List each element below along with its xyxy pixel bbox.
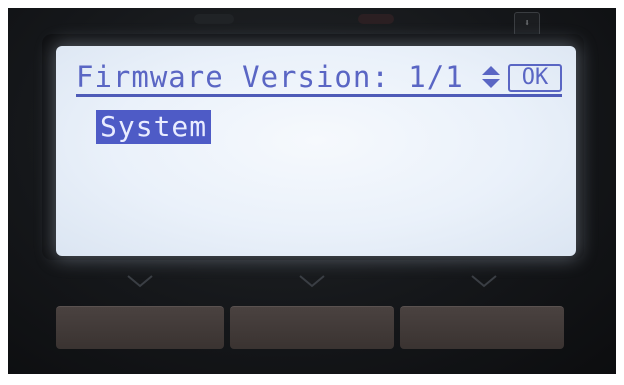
up-down-arrow-icon [482,66,500,88]
chevron-down-icon [471,275,497,288]
printer-control-panel-photo: ⬇ Firmware Version: 1/1 OK System [0,0,624,385]
menu-item-system[interactable]: System [96,110,212,144]
lcd-header: Firmware Version: 1/1 OK [76,60,562,97]
softkey-right[interactable] [400,306,564,349]
chevron-down-icon [299,275,325,288]
ok-button[interactable]: OK [508,64,562,92]
indicator-light [358,14,394,24]
indicator-light [194,14,234,24]
softkey-middle[interactable] [230,306,394,349]
screen-title: Firmware Version: 1/1 [76,60,464,94]
download-icon: ⬇ [514,12,540,36]
chevron-down-icon [127,275,153,288]
lcd-display: Firmware Version: 1/1 OK System [56,46,576,256]
control-panel: ⬇ Firmware Version: 1/1 OK System [8,8,616,374]
softkey-left[interactable] [56,306,224,349]
